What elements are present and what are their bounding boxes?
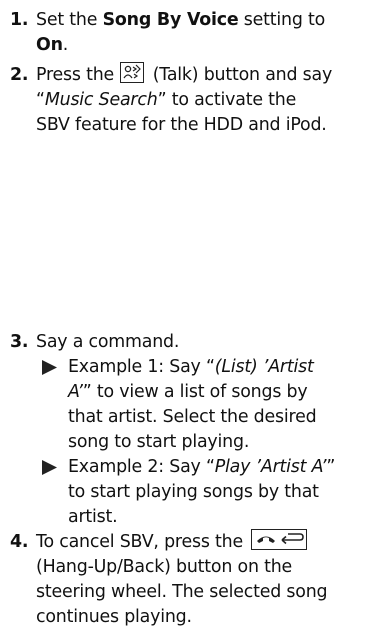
example-1-line-1: Example 1: Say “(List) ’Artist [68,355,382,380]
step-text: Press the [36,65,120,85]
step-2-line-3: SBV feature for the HDD and iPod. [36,115,327,135]
step-1-line-2: On. [10,33,382,58]
step-4-line-2: (Hang-Up/Back) button on the [36,557,293,577]
triangle-bullet-icon [41,355,65,375]
step-1: 1. Set the Song By Voice setting to On. [10,8,382,58]
step-text: Say a command. [36,332,180,352]
step-number: 1. [10,10,29,30]
voice-command: (List) ’Artist [214,357,314,377]
talk-button-icon [120,62,145,83]
example-1: Example 1: Say “(List) ’Artist A’” to vi… [10,355,382,455]
example-2-line-3: artist. [68,507,118,527]
example-2: Example 2: Say “Play ’Artist A’” to star… [10,455,382,530]
instruction-page: 1. Set the Song By Voice setting to On. 2… [0,0,390,641]
hang-up-back-button-icon [251,529,308,550]
example-2-line-2: to start playing songs by that [68,482,319,502]
triangle-bullet-icon [41,455,65,475]
step-1-line-1: 1. Set the Song By Voice setting to [10,8,382,33]
step-text: (Talk) button and say [147,65,333,85]
example-text: Example 2: Say “ [68,457,215,477]
step-4-line-3: steering wheel. The selected song [36,582,328,602]
step-text: . [62,35,69,55]
voice-command: A’ [68,382,83,402]
step-number: 2. [10,65,29,85]
step-2-line-1: 2. Press the (Talk) button and say [10,62,382,88]
step-text: Set the [36,10,103,30]
example-text: Example 1: Say “ [68,357,215,377]
quote-mark: “ [36,90,45,110]
example-1-line-4: song to start playing. [68,432,250,452]
setting-value: On [36,35,63,55]
step-4: 4. To cancel SBV, press the (Hang-Up/Back… [10,529,382,630]
step-text: setting to [238,10,326,30]
step-3: 3. Say a command. Example 1: Say “(List) … [10,330,382,530]
quote-mark: ” [326,457,336,477]
voice-command: Music Search [44,90,158,110]
step-2: 2. Press the (Talk) button and say “Music… [10,62,382,138]
setting-name: Song By Voice [102,10,239,30]
step-4-line-1: 4. To cancel SBV, press the [10,529,382,555]
example-2-line-1: Example 2: Say “Play ’Artist A’” [68,455,382,480]
example-1-line-2: A’” to view a list of songs by [68,380,382,405]
step-text: ” to activate the [157,90,297,110]
example-text: ” to view a list of songs by [82,382,308,402]
step-3-line-1: 3. Say a command. [10,330,382,355]
step-2-line-2: “Music Search” to activate the [10,88,382,113]
step-4-line-4: continues playing. [36,607,192,627]
step-number: 4. [10,532,29,552]
example-1-line-3: that artist. Select the desired [68,407,317,427]
step-text: To cancel SBV, press the [36,532,249,552]
voice-command: Play ’Artist A’ [214,457,327,477]
step-number: 3. [10,332,29,352]
